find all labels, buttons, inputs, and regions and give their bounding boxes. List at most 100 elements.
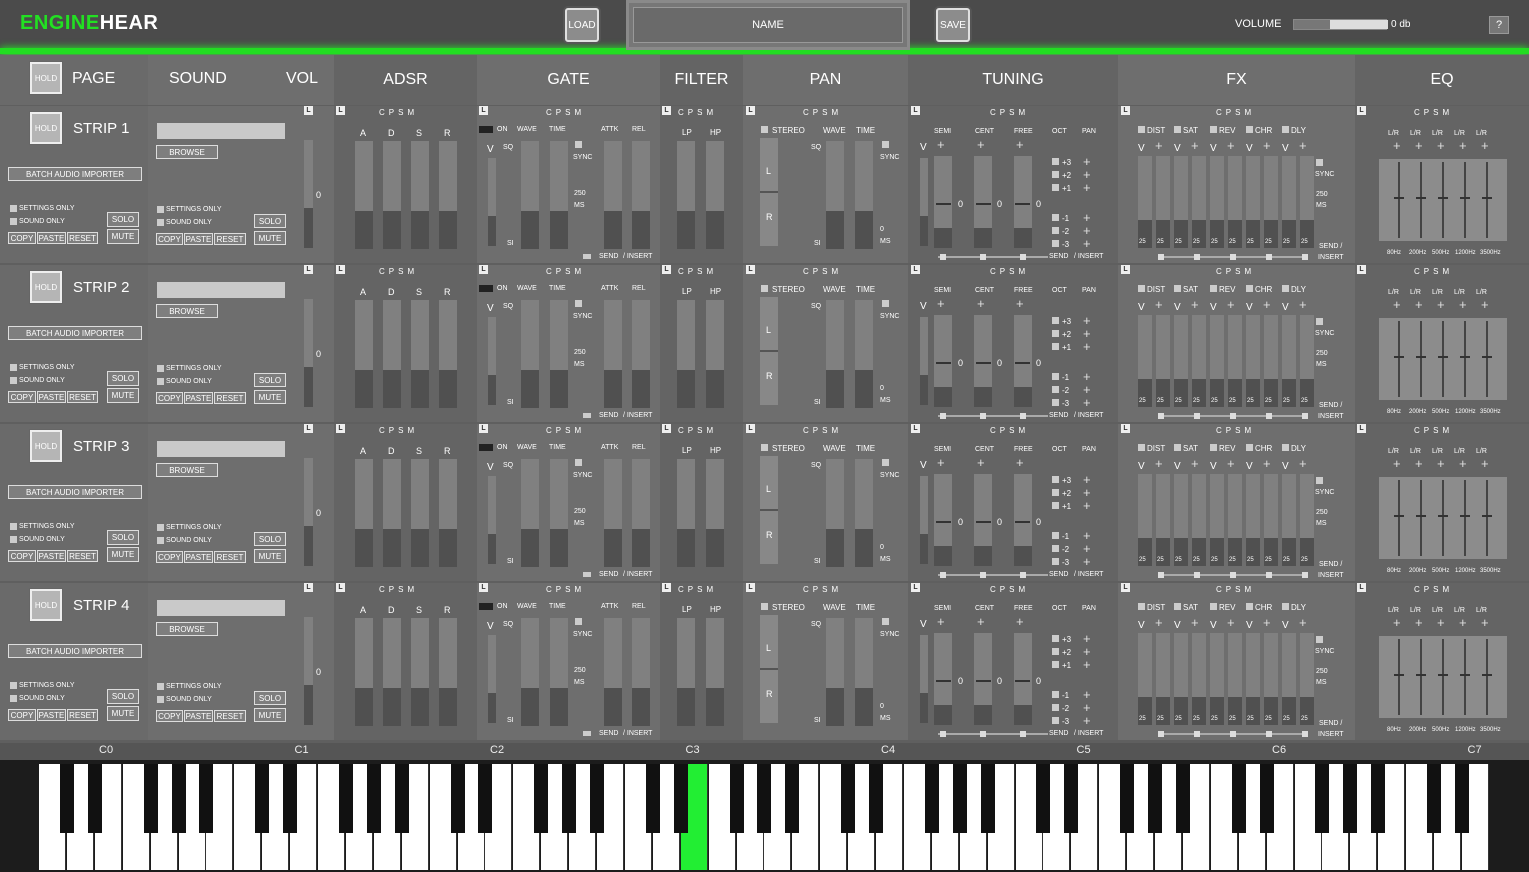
fx-fader[interactable] bbox=[1192, 156, 1206, 248]
eq-band-slider[interactable] bbox=[1486, 480, 1488, 556]
eq-band-slider[interactable] bbox=[1442, 162, 1444, 238]
plus-icon[interactable]: + bbox=[1083, 486, 1091, 499]
eq-band-slider[interactable] bbox=[1420, 321, 1422, 397]
plus-icon[interactable]: + bbox=[1393, 616, 1401, 629]
piano-black-key[interactable] bbox=[1427, 764, 1441, 833]
fx-fader[interactable] bbox=[1282, 156, 1296, 248]
fader[interactable] bbox=[1014, 156, 1032, 248]
checkbox[interactable] bbox=[882, 459, 889, 466]
link-toggle[interactable]: L bbox=[746, 106, 755, 115]
octave-checkbox[interactable] bbox=[1052, 171, 1059, 178]
piano-black-key[interactable] bbox=[590, 764, 604, 833]
plus-icon[interactable]: + bbox=[1155, 139, 1163, 152]
settings-only-checkbox[interactable] bbox=[157, 365, 164, 372]
plus-icon[interactable]: + bbox=[1083, 714, 1091, 727]
checkbox[interactable] bbox=[575, 618, 582, 625]
plus-icon[interactable]: + bbox=[1227, 457, 1235, 470]
sound-only-checkbox[interactable] bbox=[10, 218, 17, 225]
plus-icon[interactable]: + bbox=[977, 138, 985, 151]
fx-chr-checkbox[interactable] bbox=[1246, 444, 1253, 451]
fx-chr-checkbox[interactable] bbox=[1246, 285, 1253, 292]
volume-slider[interactable] bbox=[1293, 19, 1388, 30]
cpsm-selector[interactable]: CPSM bbox=[379, 426, 418, 435]
slider-handle[interactable] bbox=[1266, 254, 1272, 260]
adsr-fader[interactable] bbox=[383, 459, 401, 567]
fader[interactable] bbox=[604, 300, 622, 408]
slider-handle[interactable] bbox=[940, 731, 946, 737]
fx-dist-checkbox[interactable] bbox=[1138, 603, 1145, 610]
solo-button[interactable]: SOLO bbox=[254, 373, 286, 387]
fx-fader[interactable] bbox=[1210, 633, 1224, 725]
send-toggle[interactable] bbox=[583, 254, 591, 259]
settings-only-checkbox[interactable] bbox=[10, 205, 17, 212]
adsr-fader[interactable] bbox=[383, 300, 401, 408]
plus-icon[interactable]: + bbox=[1481, 298, 1489, 311]
plus-icon[interactable]: + bbox=[1415, 457, 1423, 470]
eq-band-slider[interactable] bbox=[1464, 639, 1466, 715]
sound-only-checkbox[interactable] bbox=[157, 219, 164, 226]
mute-button[interactable]: MUTE bbox=[254, 708, 286, 722]
fx-rev-checkbox[interactable] bbox=[1210, 444, 1217, 451]
gate-on-toggle[interactable] bbox=[479, 444, 493, 451]
plus-icon[interactable]: + bbox=[1393, 457, 1401, 470]
fx-fader[interactable] bbox=[1156, 156, 1170, 248]
link-toggle[interactable]: L bbox=[662, 106, 671, 115]
fx-fader[interactable] bbox=[1282, 315, 1296, 407]
piano-black-key[interactable] bbox=[199, 764, 214, 833]
plus-icon[interactable]: + bbox=[1083, 555, 1091, 568]
fx-fader[interactable] bbox=[1138, 633, 1152, 725]
plus-icon[interactable]: + bbox=[1263, 139, 1271, 152]
piano-black-key[interactable] bbox=[952, 764, 967, 833]
fx-fader[interactable] bbox=[1282, 474, 1296, 566]
plus-icon[interactable]: + bbox=[977, 297, 985, 310]
link-toggle[interactable]: L bbox=[336, 265, 345, 274]
slider-handle[interactable] bbox=[1266, 413, 1272, 419]
cpsm-selector[interactable]: CPSM bbox=[803, 108, 842, 117]
reset-button[interactable]: RESET bbox=[214, 551, 246, 563]
copy-button[interactable]: COPY bbox=[8, 550, 36, 562]
link-toggle[interactable]: L bbox=[662, 265, 671, 274]
plus-icon[interactable]: + bbox=[1437, 139, 1445, 152]
plus-icon[interactable]: + bbox=[1227, 298, 1235, 311]
send-toggle[interactable] bbox=[583, 413, 591, 418]
browse-button[interactable]: BROWSE bbox=[156, 463, 218, 477]
eq-band-slider[interactable] bbox=[1486, 162, 1488, 238]
slider-handle[interactable] bbox=[1194, 254, 1200, 260]
eq-band-slider[interactable] bbox=[1420, 162, 1422, 238]
volume-fader[interactable] bbox=[304, 299, 313, 407]
fader[interactable] bbox=[1014, 633, 1032, 725]
link-toggle[interactable]: L bbox=[304, 424, 313, 433]
plus-icon[interactable]: + bbox=[1415, 616, 1423, 629]
piano-black-key[interactable] bbox=[1259, 764, 1274, 833]
lowpass-fader[interactable] bbox=[677, 618, 695, 726]
checkbox[interactable] bbox=[882, 618, 889, 625]
octave-checkbox[interactable] bbox=[1052, 476, 1059, 483]
solo-button[interactable]: SOLO bbox=[254, 532, 286, 546]
cpsm-selector[interactable]: CPSM bbox=[1216, 585, 1255, 594]
fader[interactable] bbox=[550, 141, 568, 249]
checkbox[interactable] bbox=[575, 459, 582, 466]
plus-icon[interactable]: + bbox=[1083, 645, 1091, 658]
settings-only-checkbox[interactable] bbox=[10, 364, 17, 371]
eq-band-slider[interactable] bbox=[1442, 321, 1444, 397]
slider-handle[interactable] bbox=[1020, 572, 1026, 578]
adsr-fader[interactable] bbox=[411, 618, 429, 726]
sound-only-checkbox[interactable] bbox=[10, 695, 17, 702]
fader[interactable] bbox=[826, 141, 844, 249]
strip-hold-button[interactable]: HOLD bbox=[30, 430, 62, 462]
fx-rev-checkbox[interactable] bbox=[1210, 126, 1217, 133]
plus-icon[interactable]: + bbox=[1263, 616, 1271, 629]
slider-handle[interactable] bbox=[1302, 731, 1308, 737]
fx-dly-checkbox[interactable] bbox=[1282, 444, 1289, 451]
fx-fader[interactable] bbox=[1300, 315, 1314, 407]
browse-button[interactable]: BROWSE bbox=[156, 622, 218, 636]
cpsm-selector[interactable]: CPSM bbox=[1414, 267, 1453, 276]
adsr-fader[interactable] bbox=[439, 459, 457, 567]
link-toggle[interactable]: L bbox=[1357, 106, 1366, 115]
link-toggle[interactable]: L bbox=[304, 106, 313, 115]
cpsm-selector[interactable]: CPSM bbox=[678, 585, 717, 594]
plus-icon[interactable]: + bbox=[1481, 616, 1489, 629]
plus-icon[interactable]: + bbox=[1016, 297, 1024, 310]
link-toggle[interactable]: L bbox=[479, 424, 488, 433]
piano-black-key[interactable] bbox=[645, 764, 660, 833]
